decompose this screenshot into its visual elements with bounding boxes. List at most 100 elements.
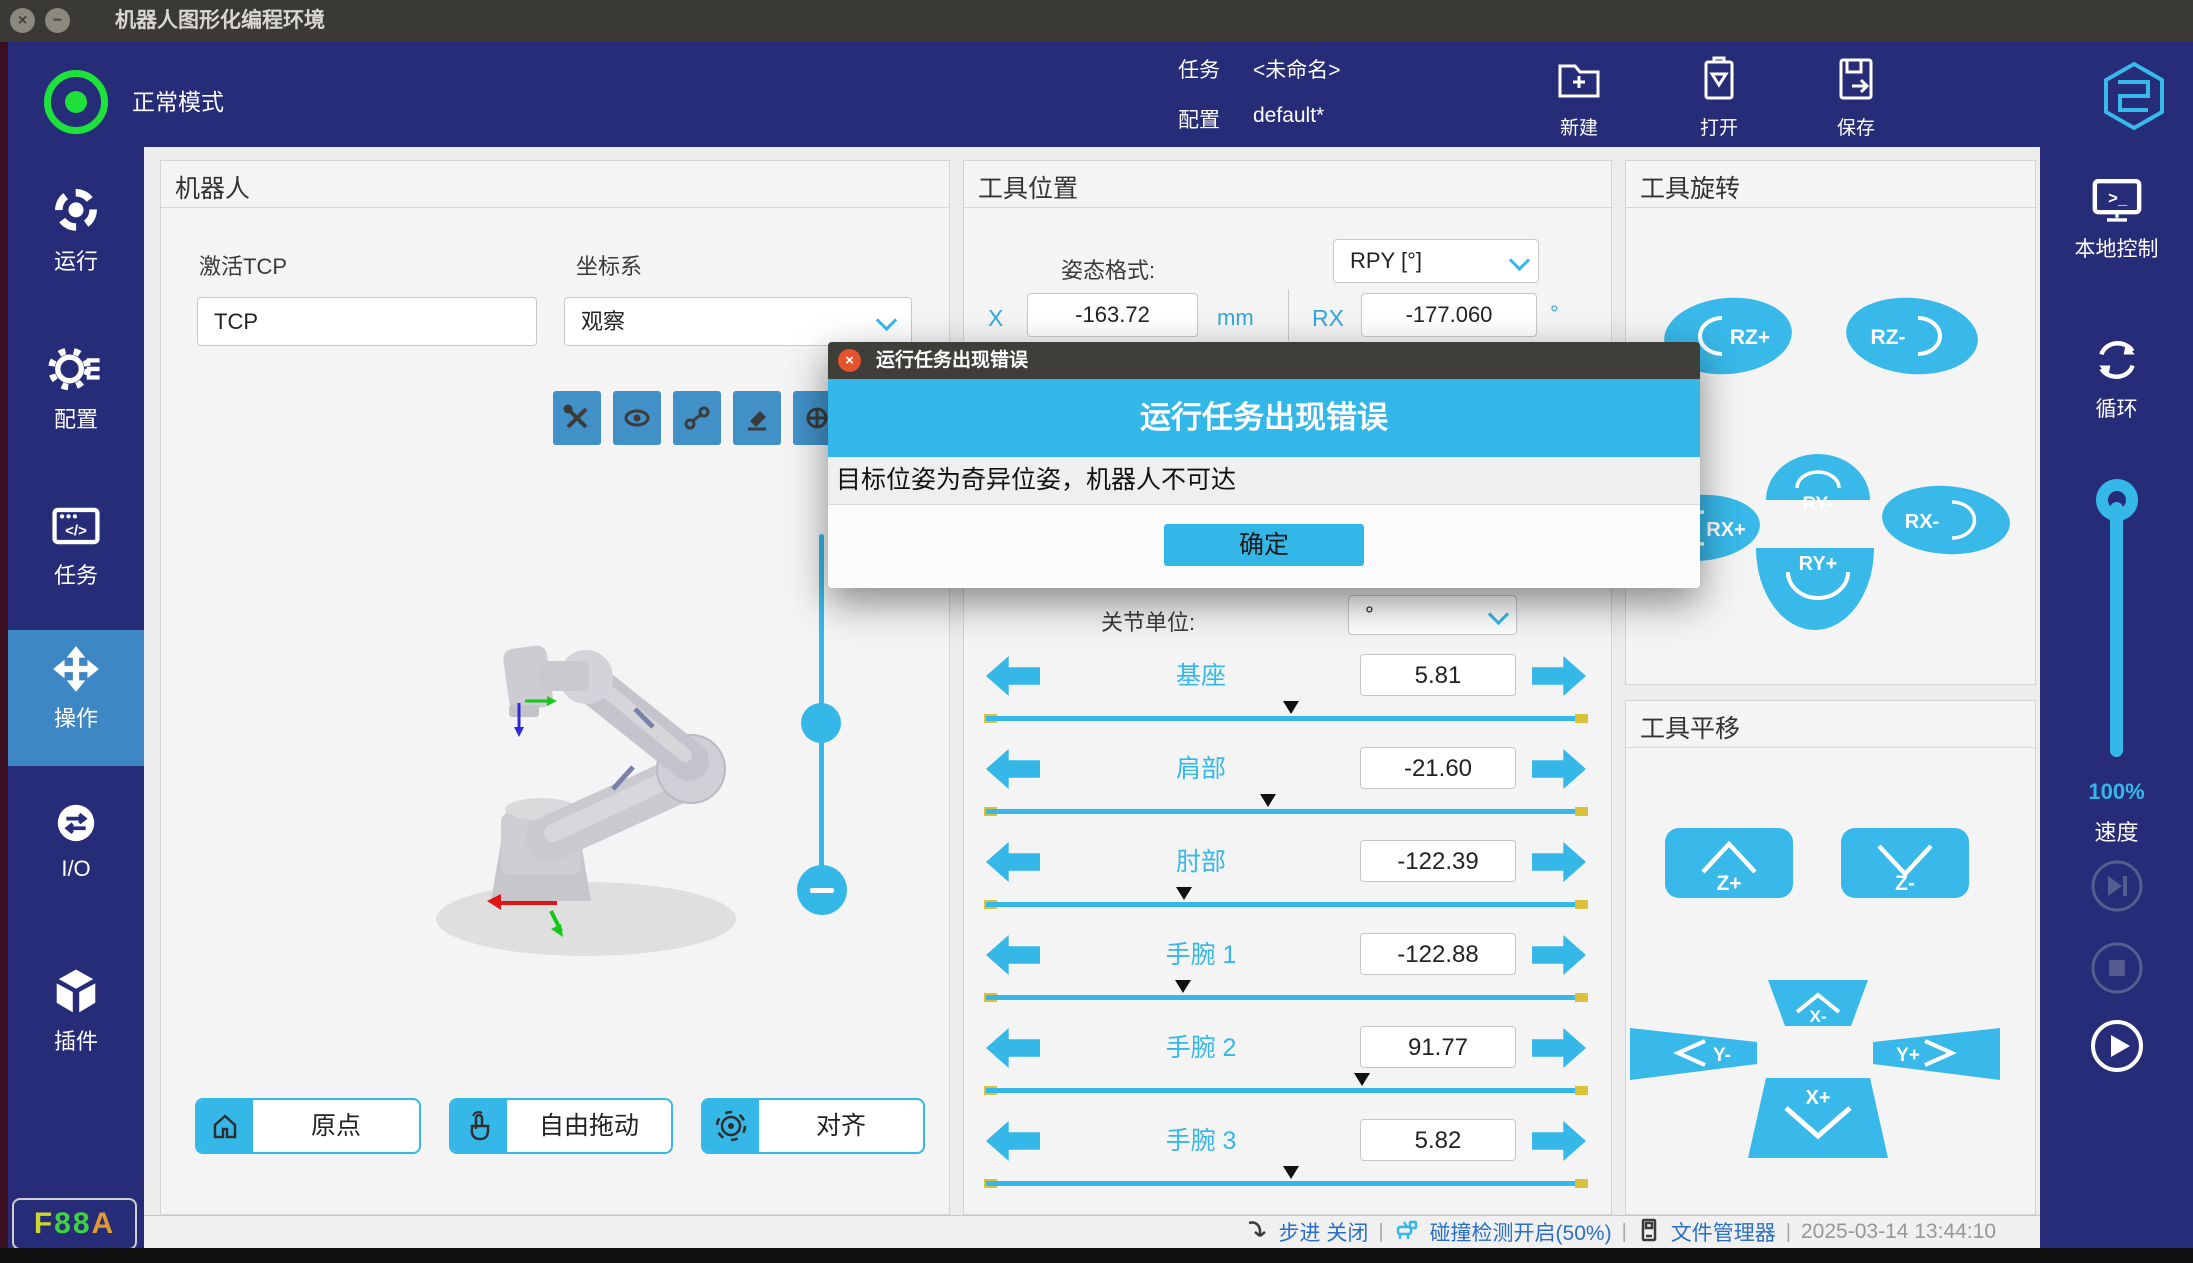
sidebar-item-operate[interactable]: 操作 [8,642,144,733]
robot-programming-app: × − 机器人图形化编程环境 正常模式 任务 <未命名> 配置 default*… [0,0,2193,1263]
zoom-out-button[interactable] [797,865,847,915]
new-task-label: 新建 [1524,113,1634,140]
open-task-label: 打开 [1664,113,1774,140]
home-button[interactable]: 原点 [195,1098,421,1154]
badge-letter: F [34,1207,54,1240]
joint-plus-button[interactable] [1532,749,1586,789]
collision-detect-status[interactable]: 碰撞检测开启(50%) [1430,1217,1612,1247]
view-path-button[interactable] [673,391,721,445]
tool-position-panel: 工具位置 姿态格式: RPY [°] X -163.72 mm RX -177.… [963,160,1612,1215]
loop-item[interactable]: 循环 [2040,332,2193,423]
sidebar-item-plugin[interactable]: 插件 [8,965,144,1056]
joint-row-wrist2: 手腕 2 91.77 [986,1026,1586,1070]
joint-value-field[interactable]: -122.88 [1360,933,1516,975]
joint-minus-button[interactable] [986,842,1040,882]
sidebar-item-label: 操作 [8,701,144,733]
joint-row-base: 基座 5.81 [986,654,1586,698]
joint-slider[interactable] [986,1082,1586,1098]
step-mode-icon [1245,1218,1269,1247]
joint-value-field[interactable]: 5.81 [1360,654,1516,696]
joint-value-field[interactable]: -21.60 [1360,747,1516,789]
mode-indicator-icon [44,70,108,134]
rx-unit: ° [1550,301,1559,327]
joint-label: 基座 [1056,654,1346,698]
joint-minus-button[interactable] [986,749,1040,789]
step-mode-status[interactable]: 步进 关闭 [1279,1217,1369,1247]
joint-plus-button[interactable] [1532,1121,1586,1161]
joint-row-wrist3: 手腕 3 5.82 [986,1119,1586,1163]
run-target-icon [46,226,106,243]
left-sidebar: 运行 配置 </> 任务 [8,147,144,1248]
joint-value-field[interactable]: -122.39 [1360,840,1516,882]
joint-minus-button[interactable] [986,1121,1040,1161]
sidebar-item-run[interactable]: 运行 [8,185,144,276]
sidebar-item-io[interactable]: I/O [8,797,144,882]
pose-format-select[interactable]: RPY [°] [1333,239,1539,283]
speed-label: 速度 [2040,815,2193,847]
window-close-button[interactable]: × [10,8,35,33]
stop-button[interactable] [2090,941,2144,995]
joint-slider[interactable] [986,989,1586,1005]
view-zoom-handle[interactable] [801,703,841,743]
pose-format-label: 姿态格式: [1061,253,1155,285]
joint-value-field[interactable]: 91.77 [1360,1026,1516,1068]
svg-text:</>: </> [65,523,87,540]
view-eraser-button[interactable] [733,391,781,445]
play-button[interactable] [2090,1019,2144,1073]
file-manager-link[interactable]: 文件管理器 [1671,1217,1776,1247]
new-task-button[interactable]: 新建 [1524,48,1634,144]
speed-slider-handle[interactable] [2096,479,2138,521]
step-forward-button[interactable] [2090,859,2144,913]
joint-slider[interactable] [986,1175,1586,1191]
open-task-button[interactable]: 打开 [1664,48,1774,144]
joint-slider-pointer[interactable] [1354,1073,1370,1086]
joint-minus-button[interactable] [986,1028,1040,1068]
joint-slider[interactable] [986,896,1586,912]
loop-label: 循环 [2040,393,2193,423]
view-tools-button[interactable] [553,391,601,445]
joint-slider[interactable] [986,803,1586,819]
dialog-close-button[interactable]: × [838,349,861,372]
frame-select[interactable]: 观察 [564,297,912,346]
window-titlebar: × − 机器人图形化编程环境 [0,0,2193,42]
joint-plus-button[interactable] [1532,656,1586,696]
speed-value: 100% [2040,779,2193,805]
joint-label: 手腕 2 [1056,1026,1346,1070]
joint-slider-pointer[interactable] [1283,701,1299,714]
align-button[interactable]: 对齐 [701,1098,925,1154]
config-value: default* [1253,104,1324,128]
home-icon [197,1100,253,1152]
local-control-item[interactable]: >_ 本地控制 [2040,172,2193,263]
joint-label: 手腕 3 [1056,1119,1346,1163]
local-control-label: 本地控制 [2040,233,2193,263]
window-minimize-button[interactable]: − [45,8,70,33]
dialog-ok-button[interactable]: 确定 [1164,524,1364,566]
joint-value-field[interactable]: 5.82 [1360,1119,1516,1161]
status-bar: 步进 关闭 | 碰撞检测开启(50%) | 文件管理器 | 2025-03-14… [144,1215,2040,1248]
tcp-input[interactable]: TCP [197,297,537,346]
sidebar-item-task[interactable]: </> 任务 [8,499,144,590]
task-label: 任务 [1178,54,1220,84]
rx-value-field[interactable]: -177.060 [1361,293,1537,337]
joint-slider-pointer[interactable] [1175,980,1191,993]
freedrive-button[interactable]: 自由拖动 [449,1098,673,1154]
joint-plus-button[interactable] [1532,935,1586,975]
task-value: <未命名> [1253,54,1341,84]
joint-minus-button[interactable] [986,935,1040,975]
sidebar-item-config[interactable]: 配置 [8,343,144,434]
joint-slider-pointer[interactable] [1283,1166,1299,1179]
badge-letter: A [92,1207,116,1240]
joint-slider-pointer[interactable] [1260,794,1276,807]
x-value-field[interactable]: -163.72 [1027,293,1198,337]
joint-plus-button[interactable] [1532,1028,1586,1068]
file-manager-icon [1637,1217,1661,1248]
save-task-button[interactable]: 保存 [1801,48,1911,144]
joint-minus-button[interactable] [986,656,1040,696]
view-visibility-button[interactable] [613,391,661,445]
move-arrows-icon [46,683,106,700]
window-title: 机器人图形化编程环境 [115,0,325,42]
joint-slider[interactable] [986,710,1586,726]
joint-slider-pointer[interactable] [1176,887,1192,900]
joint-plus-button[interactable] [1532,842,1586,882]
speed-slider[interactable] [2110,502,2123,757]
